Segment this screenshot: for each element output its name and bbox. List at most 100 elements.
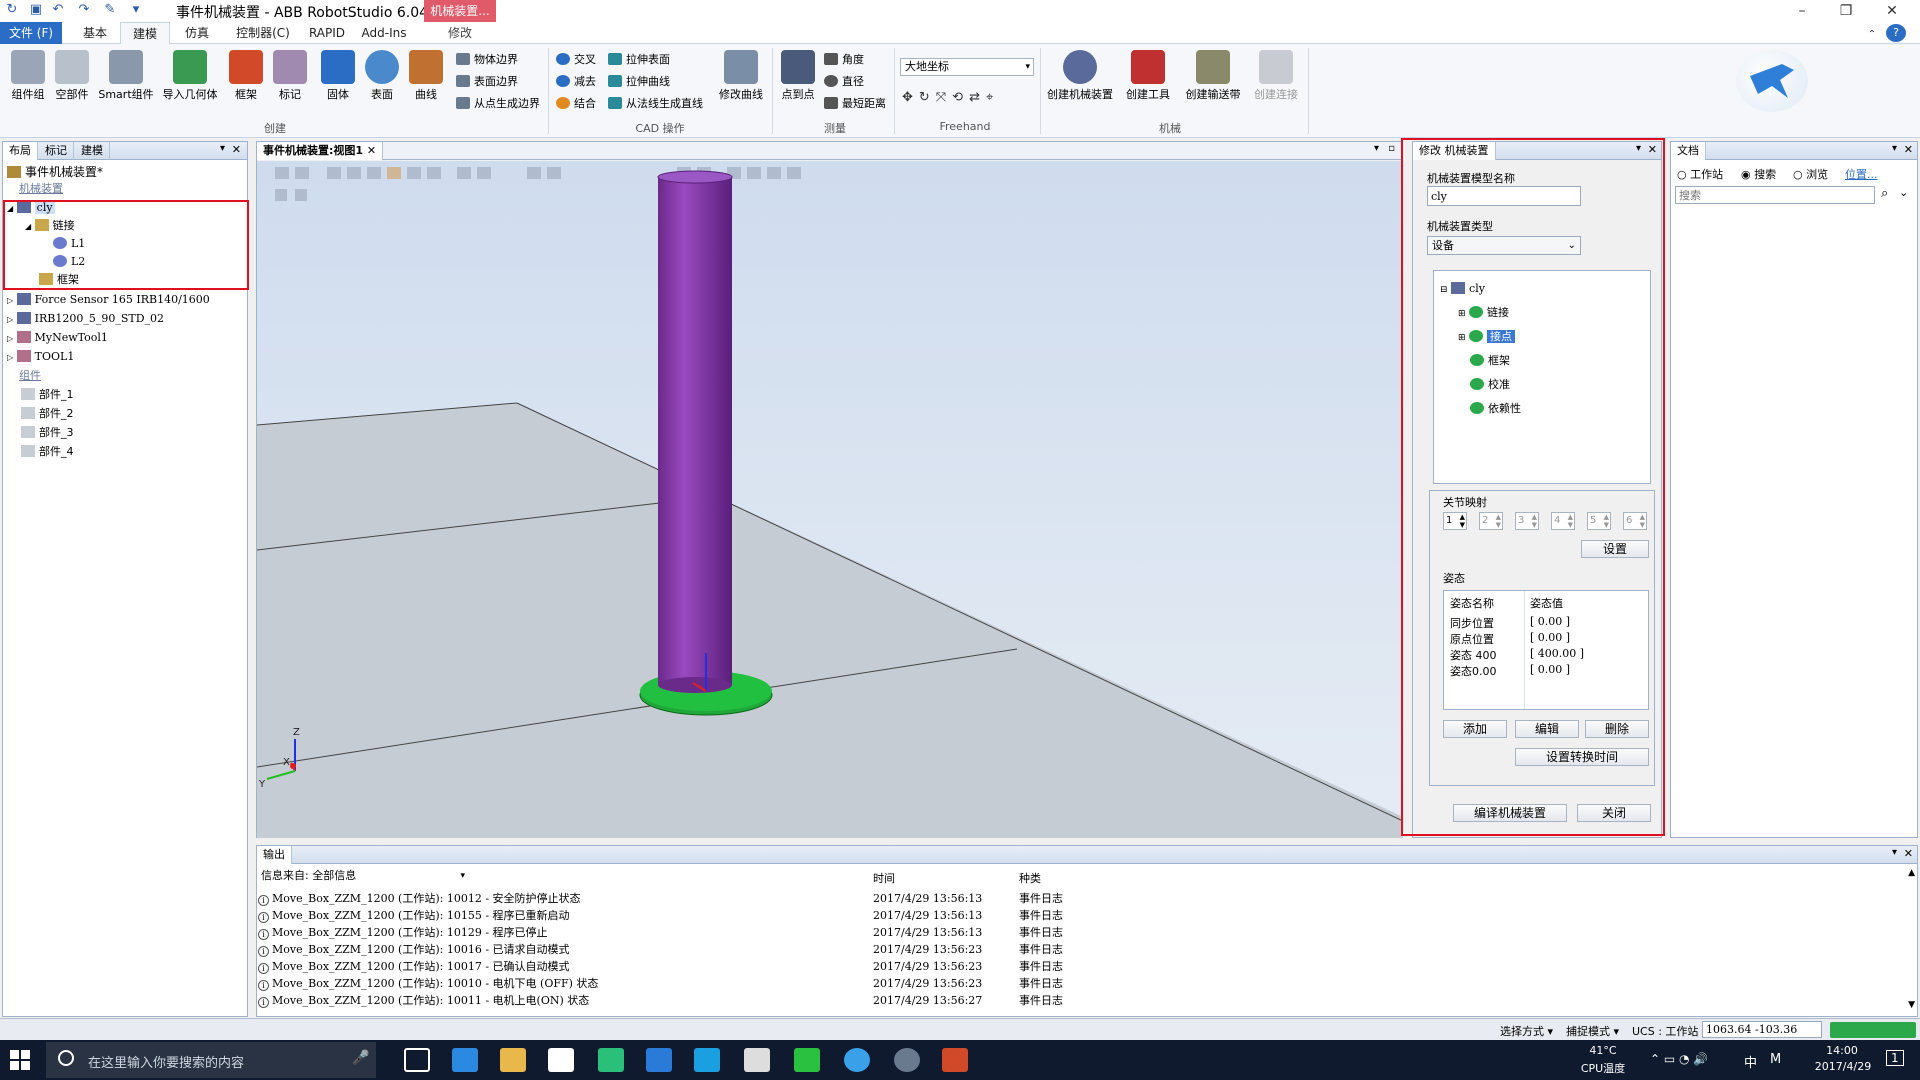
create-tool-button[interactable]: 创建工具: [1120, 48, 1176, 114]
powerpoint-icon[interactable]: [942, 1048, 968, 1072]
point-to-point-button[interactable]: 点到点: [778, 48, 818, 114]
tree-part-4[interactable]: 部件_4: [21, 444, 74, 460]
tab-layout[interactable]: 布局: [3, 142, 38, 160]
qq-icon[interactable]: [844, 1048, 870, 1072]
panel-menu-icon[interactable]: ▾: [1892, 143, 1897, 154]
subtract-button[interactable]: 减去: [556, 72, 596, 92]
mail-icon[interactable]: [744, 1048, 770, 1072]
union-button[interactable]: 结合: [556, 94, 596, 114]
import-geometry-button[interactable]: 导入几何体: [158, 48, 222, 114]
media-player-icon[interactable]: [598, 1048, 624, 1072]
quick-access-dropdown-icon[interactable]: ▾: [128, 2, 144, 18]
output-log-row[interactable]: i Move_Box_ZZM_1200 (工作站): 10016 - 已请求自动模…: [258, 941, 570, 958]
tab-tags[interactable]: 标记: [39, 142, 74, 160]
panel-close-icon[interactable]: ✕: [1904, 847, 1913, 860]
tree-force-sensor[interactable]: ▷ Force Sensor 165 IRB140/1600: [7, 292, 210, 308]
panel-menu-icon[interactable]: ▾: [1892, 847, 1897, 858]
create-mechanism-button[interactable]: 创建机械装置: [1044, 48, 1116, 114]
output-log-row[interactable]: i Move_Box_ZZM_1200 (工作站): 10011 - 电机上电(O…: [258, 992, 589, 1009]
undo-icon[interactable]: ↶: [50, 2, 66, 18]
reference-frame-dropdown[interactable]: 大地坐标 ▾: [900, 58, 1034, 76]
notification-center-icon[interactable]: 1: [1886, 1050, 1904, 1066]
file-explorer-icon[interactable]: [500, 1048, 526, 1072]
tab-modeling[interactable]: 建模: [120, 22, 170, 45]
store-icon[interactable]: [548, 1048, 574, 1072]
qq-browser-icon[interactable]: [694, 1048, 720, 1072]
surface-button[interactable]: 表面: [362, 48, 402, 114]
scroll-up-icon[interactable]: ▲: [1908, 868, 1915, 878]
output-log-row[interactable]: i Move_Box_ZZM_1200 (工作站): 10012 - 安全防护停止…: [258, 890, 581, 907]
radio-search[interactable]: ◉ 搜索: [1741, 166, 1776, 182]
taskbar-search-box[interactable]: 在这里输入你要搜索的内容 🎤: [46, 1042, 376, 1078]
surface-boundary-button[interactable]: 表面边界: [456, 72, 518, 92]
intersect-button[interactable]: 交叉: [556, 50, 596, 70]
curve-button[interactable]: 曲线: [406, 48, 446, 114]
restore-icon[interactable]: ❐: [1826, 0, 1866, 22]
recorder-icon[interactable]: [894, 1048, 920, 1072]
viewport-menu-icon[interactable]: ▾: [1374, 143, 1379, 154]
diameter-button[interactable]: 直径: [824, 72, 864, 92]
create-connection-button[interactable]: 创建连接: [1248, 48, 1304, 114]
frame-button[interactable]: 框架: [226, 48, 266, 114]
task-view-icon[interactable]: [404, 1048, 430, 1072]
smart-component-button[interactable]: Smart组件: [96, 48, 156, 114]
component-group-button[interactable]: 组件组: [6, 48, 50, 114]
min-distance-button[interactable]: 最短距离: [824, 94, 886, 114]
selection-mode[interactable]: 选择方式 ▾: [1500, 1023, 1553, 1039]
chevron-down-icon[interactable]: ⌄: [1899, 186, 1908, 199]
edge-icon[interactable]: [452, 1048, 478, 1072]
save-icon[interactable]: ▣: [28, 2, 44, 18]
tab-modify[interactable]: 修改: [424, 22, 496, 44]
help-icon[interactable]: ?: [1886, 24, 1906, 42]
output-log-row[interactable]: i Move_Box_ZZM_1200 (工作站): 10010 - 电机下电 (…: [258, 975, 598, 992]
solid-button[interactable]: 固体: [318, 48, 358, 114]
wechat-icon[interactable]: [794, 1048, 820, 1072]
station-root[interactable]: 事件机械装置*: [7, 164, 103, 180]
snap-mode[interactable]: 捕捉模式 ▾: [1566, 1023, 1619, 1039]
create-conveyor-button[interactable]: 创建输送带: [1180, 48, 1246, 114]
tab-file[interactable]: 文件 (F): [0, 22, 62, 44]
tray-icons[interactable]: ⌃ ▭ ◔ 🔊: [1650, 1052, 1708, 1066]
location-link[interactable]: 位置...: [1845, 166, 1878, 182]
ribbon-collapse-icon[interactable]: ⌃: [1862, 24, 1882, 46]
tree-tool1[interactable]: ▷ TOOL1: [7, 349, 74, 365]
output-log-row[interactable]: i Move_Box_ZZM_1200 (工作站): 10155 - 程序已重新启…: [258, 907, 570, 924]
line-from-normal-button[interactable]: 从法线生成直线: [608, 94, 703, 114]
tab-home[interactable]: 基本: [72, 22, 118, 44]
windows-start-icon[interactable]: [10, 1050, 30, 1070]
tab-controller[interactable]: 控制器(C): [226, 22, 300, 44]
panel-close-icon[interactable]: ✕: [232, 143, 241, 156]
tree-mynewtool1[interactable]: ▷ MyNewTool1: [7, 330, 108, 346]
tab-simulation[interactable]: 仿真: [174, 22, 220, 44]
freehand-tools[interactable]: ✥↻⤧⟲⇄⌖: [902, 90, 1032, 108]
empty-part-button[interactable]: 空部件: [52, 48, 92, 114]
clock-time[interactable]: 14:00: [1814, 1044, 1870, 1057]
redo-icon[interactable]: ↷: [76, 2, 92, 18]
angle-button[interactable]: 角度: [824, 50, 864, 70]
tool-icon[interactable]: ✎: [102, 2, 118, 18]
ime-indicator[interactable]: 中: [1744, 1052, 1757, 1071]
search-icon[interactable]: ⌕: [1881, 186, 1888, 201]
radio-workstation[interactable]: ○ 工作站: [1677, 166, 1723, 182]
tree-part-2[interactable]: 部件_2: [21, 406, 74, 422]
body-boundary-button[interactable]: 物体边界: [456, 50, 518, 70]
3d-viewport[interactable]: Z X Y: [257, 161, 1403, 838]
radio-browse[interactable]: ○ 浏览: [1793, 166, 1828, 182]
extrude-curve-button[interactable]: 拉伸曲线: [608, 72, 670, 92]
panel-menu-icon[interactable]: ▾: [220, 143, 225, 154]
panel-close-icon[interactable]: ✕: [1904, 143, 1913, 156]
tree-irb1200[interactable]: ▷ IRB1200_5_90_STD_02: [7, 311, 164, 327]
tab-view1[interactable]: 事件机械装置:视图1 ✕: [257, 142, 384, 160]
tab-rapid[interactable]: RAPID: [304, 22, 350, 44]
tag-button[interactable]: 标记: [270, 48, 310, 114]
app-bird-icon[interactable]: [646, 1048, 672, 1072]
modify-curve-button[interactable]: 修改曲线: [714, 48, 768, 114]
close-window-icon[interactable]: ✕: [1872, 0, 1912, 22]
output-log-row[interactable]: i Move_Box_ZZM_1200 (工作站): 10017 - 已确认自动模…: [258, 958, 570, 975]
extrude-surface-button[interactable]: 拉伸表面: [608, 50, 670, 70]
scroll-down-icon[interactable]: ▼: [1908, 1000, 1915, 1010]
minimize-icon[interactable]: –: [1782, 0, 1822, 22]
doc-search-input[interactable]: [1675, 186, 1875, 204]
tab-modeling-browser[interactable]: 建模: [75, 142, 110, 160]
boundary-from-points-button[interactable]: 从点生成边界: [456, 94, 540, 114]
